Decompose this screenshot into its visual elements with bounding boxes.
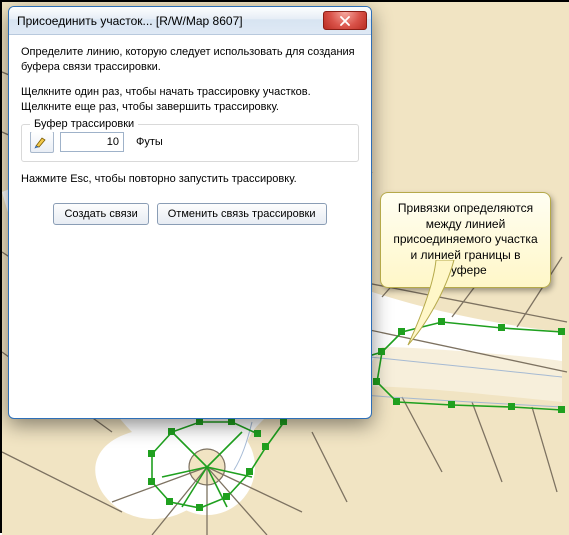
esc-hint: Нажмите Esc, чтобы повторно запустить тр… bbox=[21, 172, 359, 187]
join-parcel-dialog: Присоединить участок... [R/W/Map 8607] О… bbox=[8, 6, 372, 419]
instruction-text-1: Определите линию, которую следует исполь… bbox=[21, 45, 359, 75]
trace-pencil-icon bbox=[34, 135, 50, 149]
dialog-body: Определите линию, которую следует исполь… bbox=[9, 35, 371, 237]
units-label: Футы bbox=[136, 135, 163, 150]
instruction-text-2: Щелкните один раз, чтобы начать трассиро… bbox=[21, 85, 359, 115]
trace-buffer-group: Буфер трассировки Футы bbox=[21, 124, 359, 162]
dialog-title: Присоединить участок... [R/W/Map 8607] bbox=[17, 14, 323, 28]
trace-tool-button[interactable] bbox=[30, 131, 54, 153]
close-button[interactable] bbox=[323, 11, 367, 30]
group-label: Буфер трассировки bbox=[30, 117, 138, 132]
titlebar[interactable]: Присоединить участок... [R/W/Map 8607] bbox=[9, 7, 371, 35]
cancel-trace-link-button[interactable]: Отменить связь трассировки bbox=[157, 203, 327, 225]
buffer-value-input[interactable] bbox=[60, 132, 124, 152]
create-links-button[interactable]: Создать связи bbox=[53, 203, 148, 225]
close-icon bbox=[339, 16, 351, 26]
